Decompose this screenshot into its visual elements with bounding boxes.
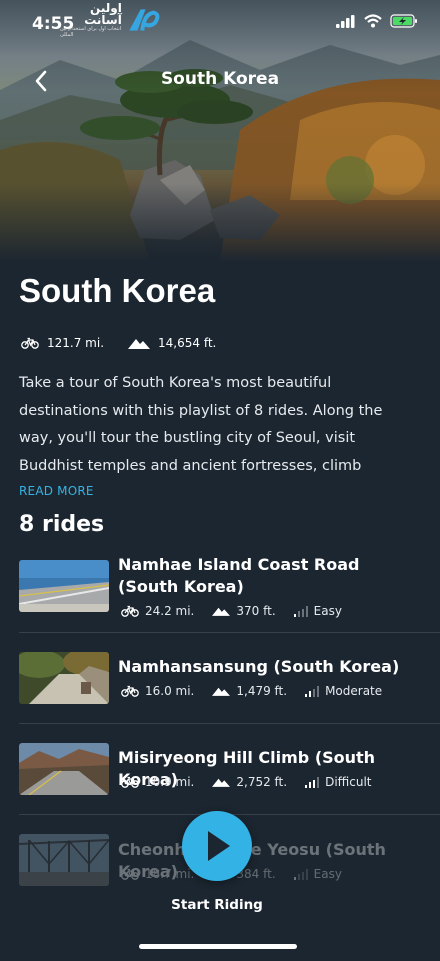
divider bbox=[19, 723, 440, 724]
watermark-icon bbox=[129, 9, 160, 31]
home-indicator bbox=[139, 944, 297, 949]
ride-distance: 16.0 mi. bbox=[145, 684, 195, 698]
ride-difficulty: Difficult bbox=[325, 775, 372, 789]
mountain-icon bbox=[212, 687, 231, 696]
start-riding-label[interactable]: Start Riding bbox=[0, 897, 434, 913]
ride-thumbnail bbox=[19, 743, 109, 795]
ride-distance: 24.2 mi. bbox=[145, 604, 195, 618]
hero-image bbox=[0, 0, 440, 262]
playlist-stats: 121.7 mi. 14,654 ft. bbox=[21, 336, 240, 350]
difficulty-bars-icon bbox=[293, 868, 308, 880]
watermark-logo: اولین آسانت انتخاب اول برای استخدام بین … bbox=[60, 2, 160, 38]
wifi-icon bbox=[364, 14, 382, 28]
play-icon bbox=[208, 831, 230, 861]
playlist-elevation: 14,654 ft. bbox=[158, 336, 217, 350]
ride-difficulty: Easy bbox=[313, 867, 342, 881]
signal-icon bbox=[336, 14, 355, 28]
difficulty-bars-icon bbox=[305, 776, 320, 788]
ride-name: Namhansansung (South Korea) bbox=[118, 657, 400, 676]
watermark-subtitle: انتخاب اول برای استخدام بین المللی bbox=[60, 26, 122, 38]
playlist-description: Take a tour of South Korea's most beauti… bbox=[19, 375, 383, 474]
ride-stats: 16.0 mi. 1,479 ft. Moderate bbox=[121, 684, 400, 698]
mountain-icon bbox=[212, 778, 231, 787]
divider bbox=[19, 632, 440, 633]
ride-elevation: 370 ft. bbox=[236, 604, 276, 618]
difficulty-bars-icon bbox=[293, 605, 308, 617]
ride-thumbnail bbox=[19, 652, 109, 704]
battery-charging-icon bbox=[390, 14, 417, 28]
bicycle-icon bbox=[121, 776, 139, 788]
start-riding-button[interactable] bbox=[182, 811, 252, 881]
rides-heading: 8 rides bbox=[19, 512, 105, 537]
difficulty-bars-icon bbox=[305, 685, 320, 697]
ride-elevation: 2,752 ft. bbox=[236, 775, 288, 789]
bicycle-icon bbox=[21, 337, 39, 349]
read-more-link[interactable]: READ MORE bbox=[19, 484, 94, 498]
watermark-text: اولین آسانت bbox=[84, 1, 122, 27]
mountain-icon bbox=[128, 339, 151, 349]
ride-thumbnail bbox=[19, 560, 109, 612]
playlist-distance: 121.7 mi. bbox=[47, 336, 105, 350]
ride-name: Namhae Island Coast Road (South Korea) bbox=[118, 555, 360, 596]
ride-difficulty: Moderate bbox=[325, 684, 383, 698]
status-icons bbox=[336, 14, 418, 28]
bicycle-icon bbox=[121, 605, 139, 617]
ride-distance: 18.7 mi. bbox=[145, 867, 195, 881]
bicycle-icon bbox=[121, 685, 139, 697]
ride-difficulty: Easy bbox=[313, 604, 342, 618]
header-title: South Korea bbox=[160, 69, 280, 89]
ride-thumbnail bbox=[19, 834, 109, 886]
ride-distance: 10.9 mi. bbox=[145, 775, 195, 789]
bicycle-icon bbox=[121, 868, 139, 880]
ride-elevation: 1,479 ft. bbox=[236, 684, 288, 698]
ride-stats: 24.2 mi. 370 ft. Easy bbox=[121, 604, 360, 618]
page-title: South Korea bbox=[19, 272, 216, 309]
ride-stats: 10.9 mi. 2,752 ft. Difficult bbox=[121, 775, 390, 789]
mountain-icon bbox=[212, 607, 231, 616]
